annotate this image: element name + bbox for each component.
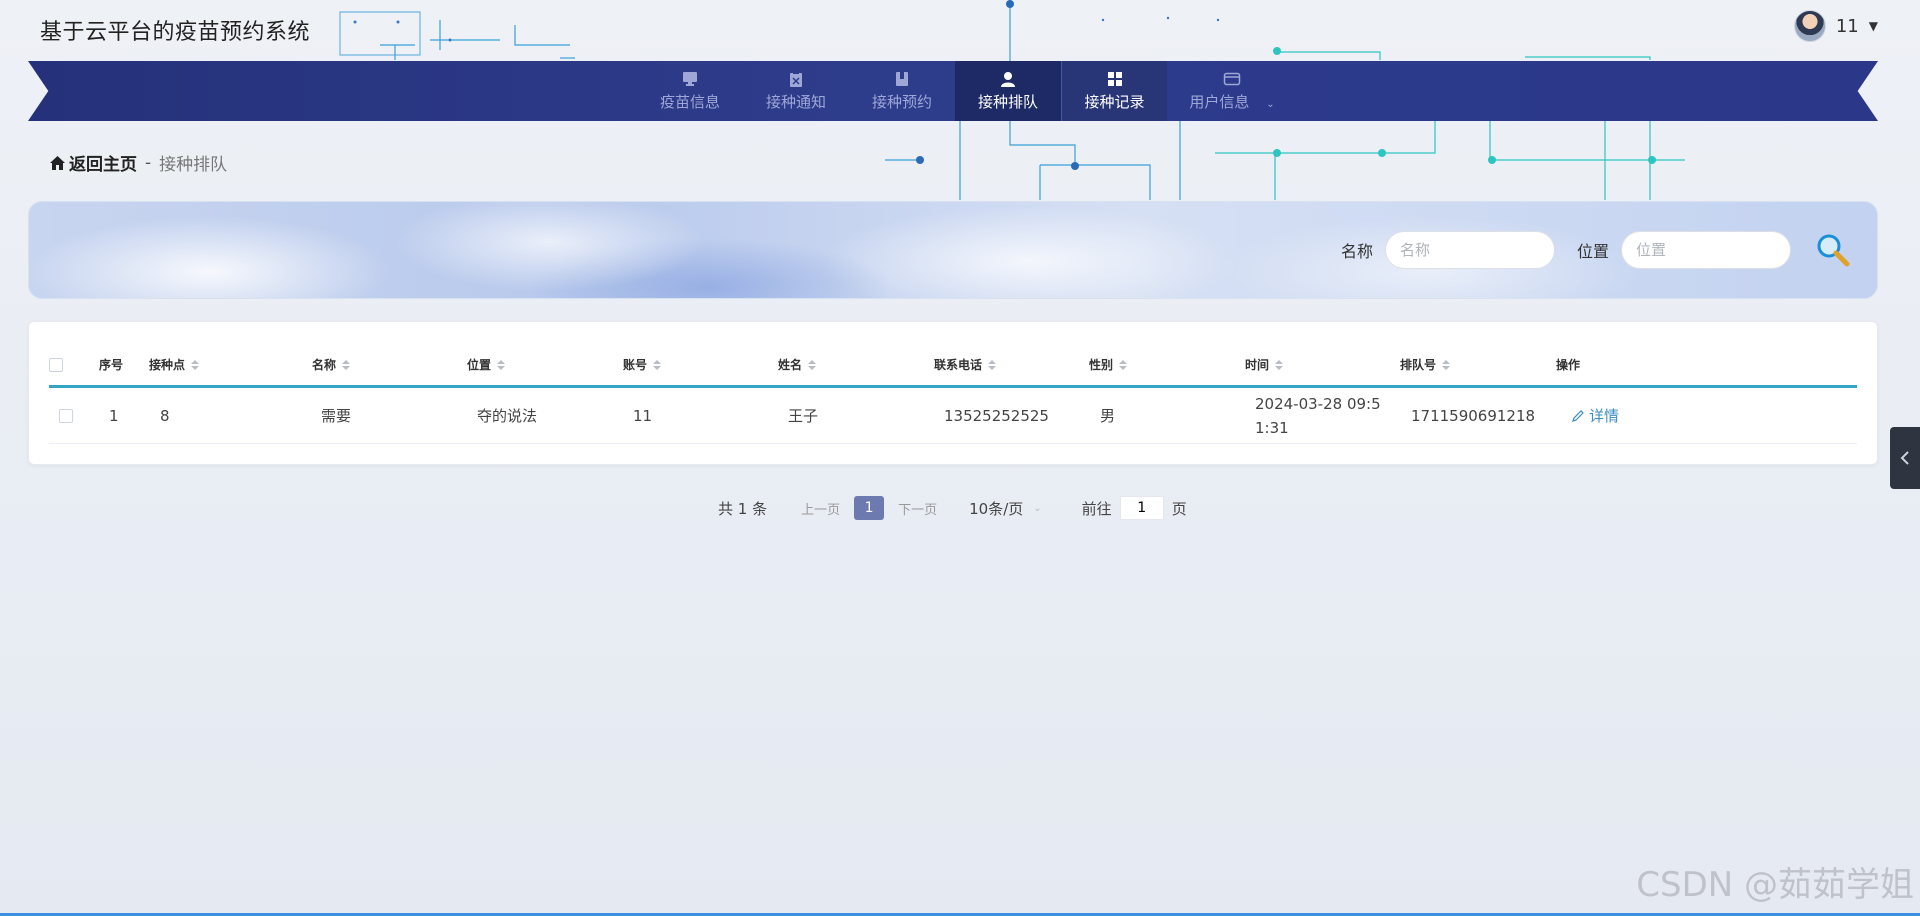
breadcrumb-current: 接种排队 (159, 155, 228, 175)
breadcrumb-separator: - (145, 152, 152, 173)
cell-position: 夺的说法 (477, 407, 538, 425)
queue-table: 序号 接种点 名称 位置 账号 姓名 联系电话 性别 时间 排队号 操作 1 8… (49, 344, 1857, 444)
caret-down-icon[interactable]: ▼ (1869, 19, 1878, 33)
chevron-down-icon: ⌄ (1266, 98, 1275, 110)
header-action: 操作 (1556, 358, 1581, 372)
next-page-button[interactable]: 下一页 (898, 499, 937, 518)
select-all-checkbox[interactable] (49, 357, 63, 372)
sort-icon (1442, 359, 1451, 370)
chevron-down-icon: ⌄ (1033, 502, 1042, 514)
cell-site: 8 (160, 406, 170, 425)
header-phone[interactable]: 联系电话 (934, 344, 997, 385)
cell-name: 需要 (321, 407, 352, 425)
table-header: 序号 接种点 名称 位置 账号 姓名 联系电话 性别 时间 排队号 操作 (49, 344, 1857, 388)
nav-label: 接种记录 (1084, 92, 1145, 111)
search-form: 名称 位置 (1341, 230, 1853, 270)
chevron-left-icon (1900, 451, 1909, 465)
cell-account: 11 (633, 406, 653, 425)
name-input[interactable] (1384, 231, 1555, 269)
clipboard-icon (790, 70, 802, 87)
pagination-total: 共 1 条 (718, 499, 768, 518)
cell-phone: 13525252525 (944, 406, 1049, 425)
position-input[interactable] (1621, 231, 1791, 269)
user-icon (1001, 71, 1015, 87)
cell-action: 详情 (1571, 388, 1619, 443)
search-button[interactable] (1813, 230, 1853, 270)
table-row: 1 8 需要 夺的说法 11 王子 13525252525 男 2024-03-… (49, 388, 1857, 444)
header-account[interactable]: 账号 (623, 344, 662, 385)
queue-table-card: 序号 接种点 名称 位置 账号 姓名 联系电话 性别 时间 排队号 操作 1 8… (28, 321, 1878, 465)
nav-label-with-dropdown: 用户信息 ⌄ (1189, 92, 1275, 111)
home-icon (50, 155, 65, 170)
header-gender[interactable]: 性别 (1089, 344, 1128, 385)
cell-index: 1 (109, 406, 119, 425)
goto-page-input[interactable] (1119, 496, 1164, 520)
prev-page-button[interactable]: 上一页 (801, 499, 840, 518)
page-number-button[interactable]: 1 (854, 496, 885, 520)
header-index: 序号 (99, 358, 124, 372)
nav-item-vaccination-booking[interactable]: 接种预约 (849, 61, 955, 121)
header-site[interactable]: 接种点 (149, 344, 200, 385)
sort-icon (497, 359, 506, 370)
page-jump: 前往 页 (1082, 496, 1187, 520)
nav-label: 疫苗信息 (659, 92, 720, 111)
app-title: 基于云平台的疫苗预约系统 (40, 20, 311, 45)
nav-item-vaccination-notice[interactable]: 接种通知 (743, 61, 849, 121)
pagination: 共 1 条 上一页 1 下一页 10条/页⌄ 前往 页 (718, 496, 1187, 520)
goto-suffix: 页 (1171, 499, 1187, 518)
grid-icon (1107, 71, 1122, 86)
cell-queue-no: 1711590691218 (1411, 406, 1536, 425)
cell-gender: 男 (1100, 407, 1116, 425)
name-label: 名称 (1340, 242, 1373, 261)
detail-button[interactable]: 详情 (1571, 405, 1619, 426)
user-name[interactable]: 11 (1836, 16, 1859, 37)
main-nav: 疫苗信息 接种通知 接种预约 接种排队 接种记录 用户信息 ⌄ (28, 61, 1878, 121)
nav-item-vaccination-record[interactable]: 接种记录 (1061, 61, 1167, 121)
nav-item-vaccination-queue[interactable]: 接种排队 (955, 61, 1061, 121)
breadcrumb-home[interactable]: 返回主页 (50, 150, 137, 175)
user-menu[interactable]: 11 ▼ (1793, 10, 1878, 42)
sort-icon (1119, 359, 1128, 370)
search-icon (1817, 234, 1850, 267)
book-icon (896, 71, 908, 86)
watermark: CSDN @茹茹学姐 (1636, 865, 1914, 905)
avatar[interactable] (1793, 10, 1826, 42)
header-position[interactable]: 位置 (467, 344, 506, 385)
edit-icon (1572, 409, 1584, 422)
sort-icon (808, 359, 817, 370)
row-checkbox[interactable] (59, 408, 73, 423)
nav-item-vaccine-info[interactable]: 疫苗信息 (637, 61, 743, 121)
sort-icon (988, 359, 997, 370)
sort-icon (191, 359, 200, 370)
top-bar: 基于云平台的疫苗预约系统 11 ▼ (0, 0, 1920, 60)
header-name[interactable]: 名称 (312, 344, 351, 385)
row-checkbox-cell (59, 388, 73, 443)
nav-label: 接种通知 (765, 92, 826, 111)
monitor-icon (683, 71, 697, 86)
header-checkbox-cell (49, 344, 79, 385)
nav-label: 接种排队 (977, 92, 1038, 111)
position-label: 位置 (1576, 242, 1609, 261)
header-time[interactable]: 时间 (1245, 344, 1284, 385)
cell-time: 2024-03-28 09:51:31 (1255, 394, 1381, 437)
nav-label: 接种预约 (871, 92, 932, 111)
header-person[interactable]: 姓名 (778, 344, 817, 385)
wallet-icon (1223, 72, 1241, 85)
side-panel-toggle[interactable] (1890, 427, 1920, 489)
cell-person: 王子 (788, 407, 819, 425)
search-panel: 名称 位置 (28, 201, 1878, 299)
nav-item-user-info[interactable]: 用户信息 ⌄ (1167, 61, 1297, 121)
breadcrumb: 返回主页 - 接种排队 (50, 150, 227, 175)
header-queue-no[interactable]: 排队号 (1400, 344, 1451, 385)
sort-icon (342, 359, 351, 370)
sort-icon (653, 359, 662, 370)
page-size-select[interactable]: 10条/页 ⌄ (969, 498, 1082, 519)
goto-label: 前往 (1081, 499, 1112, 518)
sort-icon (1275, 359, 1284, 370)
